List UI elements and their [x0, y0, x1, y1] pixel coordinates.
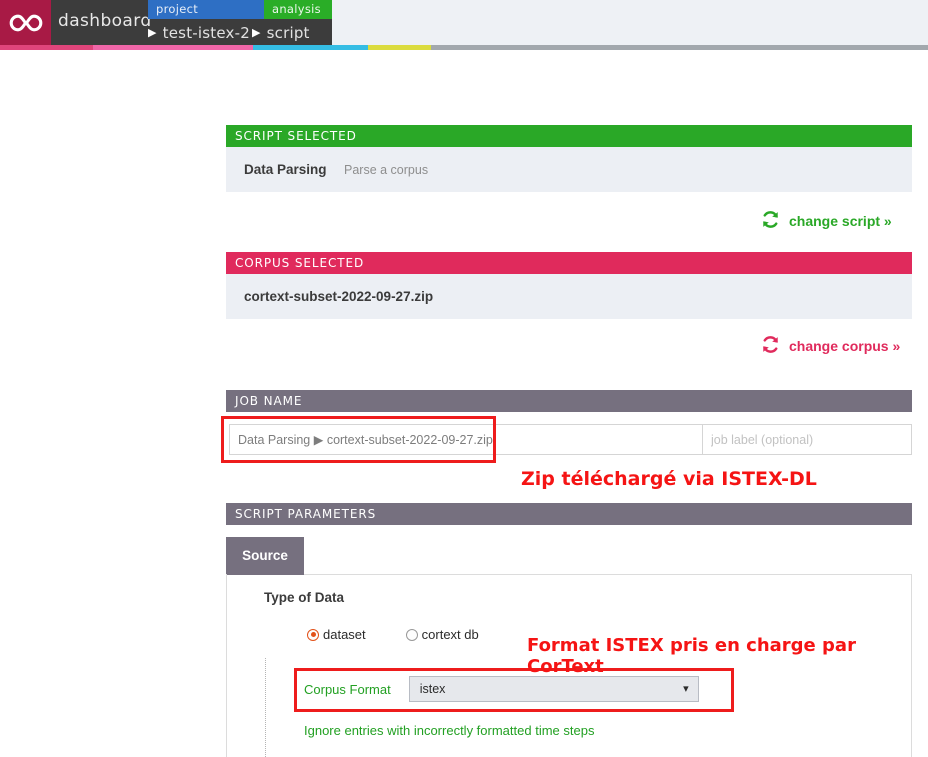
change-script-link[interactable]: change script »	[761, 210, 892, 232]
change-script-label: change script »	[789, 213, 892, 229]
job-name-row	[229, 424, 912, 455]
refresh-icon	[761, 210, 780, 232]
form-guide-line	[265, 658, 266, 757]
annotation-zip-note: Zip téléchargé via ISTEX-DL	[521, 468, 817, 490]
radio-dataset-label: dataset	[323, 627, 366, 642]
chevron-right-icon: ▶	[251, 26, 261, 39]
radio-dataset[interactable]: dataset	[307, 627, 366, 642]
chevron-right-icon: ▶	[148, 26, 157, 39]
type-of-data-label: Type of Data	[264, 590, 345, 605]
app-logo[interactable]	[0, 0, 51, 45]
corpus-format-row: Corpus Format istex ▾	[304, 676, 699, 702]
radio-cortext-db-indicator[interactable]	[405, 628, 418, 641]
script-selected-panel: SCRIPT SELECTED Data Parsing Parse a cor…	[226, 125, 912, 192]
corpus-format-label: Corpus Format	[304, 681, 391, 697]
top-navigation-bar: dashboard project analysis ▶ test-istex-…	[0, 0, 928, 50]
corpus-format-select[interactable]: istex	[408, 676, 699, 702]
job-name-input[interactable]	[230, 425, 703, 454]
corpus-file-name: cortext-subset-2022-09-27.zip	[244, 289, 434, 304]
radio-cortext-db[interactable]: cortext db	[405, 627, 479, 642]
script-parameters-panel: SCRIPT PARAMETERS	[226, 503, 912, 525]
brand-title: dashboard	[58, 11, 152, 31]
tab-analysis[interactable]: analysis	[264, 0, 332, 19]
refresh-icon	[761, 335, 780, 357]
script-description: Parse a corpus	[344, 162, 429, 177]
infinity-logo-icon	[8, 13, 44, 33]
corpus-format-select-wrap: istex ▾	[408, 676, 699, 702]
breadcrumb: ▶ test-istex-2 ▶ script	[148, 20, 310, 45]
job-name-panel: JOB NAME	[226, 390, 912, 412]
corpus-selected-header: CORPUS SELECTED	[226, 252, 912, 274]
corpus-selected-body: cortext-subset-2022-09-27.zip	[226, 274, 912, 319]
change-corpus-label: change corpus »	[789, 338, 901, 354]
tab-source[interactable]: Source	[226, 537, 304, 574]
breadcrumb-project[interactable]: test-istex-2	[163, 24, 250, 42]
radio-dataset-indicator[interactable]	[307, 628, 319, 641]
change-corpus-link[interactable]: change corpus »	[761, 335, 900, 357]
ignore-entries-label: Ignore entries with incorrectly formatte…	[304, 723, 595, 738]
corpus-selected-panel: CORPUS SELECTED cortext-subset-2022-09-2…	[226, 252, 912, 319]
script-selected-header: SCRIPT SELECTED	[226, 125, 912, 147]
script-name: Data Parsing	[244, 162, 327, 177]
script-selected-body: Data Parsing Parse a corpus	[226, 147, 912, 192]
breadcrumb-script[interactable]: script	[267, 24, 310, 42]
job-label-input[interactable]	[703, 425, 911, 454]
job-name-header: JOB NAME	[226, 390, 912, 412]
annotation-format-note: Format ISTEX pris en charge par CorText	[527, 635, 856, 677]
script-parameters-header: SCRIPT PARAMETERS	[226, 503, 912, 525]
radio-cortext-db-label: cortext db	[421, 627, 479, 642]
tab-project[interactable]: project	[148, 0, 264, 19]
data-type-radio-group: dataset cortext db	[307, 627, 479, 642]
page-content: SCRIPT SELECTED Data Parsing Parse a cor…	[0, 45, 928, 757]
